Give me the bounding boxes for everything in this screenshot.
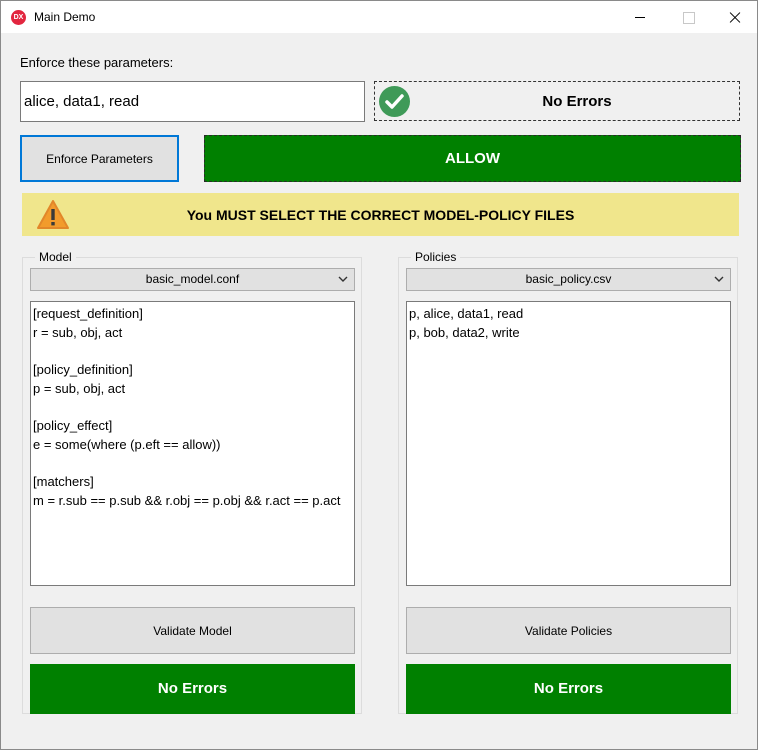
minimize-button[interactable] bbox=[617, 1, 663, 33]
policies-editor[interactable]: p, alice, data1, read p, bob, data2, wri… bbox=[406, 301, 731, 586]
params-status-box: No Errors bbox=[374, 81, 740, 121]
params-status-text: No Errors bbox=[542, 93, 612, 110]
validate-model-button[interactable]: Validate Model bbox=[30, 607, 355, 654]
check-circle-icon bbox=[379, 86, 410, 117]
policies-group-label: Policies bbox=[411, 250, 461, 264]
chevron-down-icon bbox=[338, 276, 348, 282]
model-group-label: Model bbox=[35, 250, 76, 264]
window-title: Main Demo bbox=[34, 10, 96, 24]
enforce-params-label: Enforce these parameters: bbox=[20, 55, 174, 70]
policies-file-select[interactable]: basic_policy.csv bbox=[406, 268, 731, 291]
chevron-down-icon bbox=[714, 276, 724, 282]
warning-text: You MUST SELECT THE CORRECT MODEL-POLICY… bbox=[186, 207, 575, 223]
main-window: DX Main Demo Enforce these parameters: N… bbox=[0, 0, 758, 750]
title-bar[interactable]: DX Main Demo bbox=[1, 1, 757, 33]
app-logo-icon: DX bbox=[11, 10, 26, 25]
warning-bar: You MUST SELECT THE CORRECT MODEL-POLICY… bbox=[22, 193, 739, 236]
model-validation-result: No Errors bbox=[30, 664, 355, 714]
enforce-result-box: ALLOW bbox=[204, 135, 741, 182]
validate-policies-button[interactable]: Validate Policies bbox=[406, 607, 731, 654]
enforce-parameters-button[interactable]: Enforce Parameters bbox=[20, 135, 179, 182]
model-file-select[interactable]: basic_model.conf bbox=[30, 268, 355, 291]
policies-file-select-value: basic_policy.csv bbox=[525, 272, 612, 286]
maximize-button[interactable] bbox=[665, 1, 711, 33]
close-button[interactable] bbox=[711, 1, 757, 33]
model-file-select-value: basic_model.conf bbox=[145, 272, 240, 286]
params-input[interactable] bbox=[20, 81, 365, 122]
policies-validation-result: No Errors bbox=[406, 664, 731, 714]
model-editor[interactable]: [request_definition] r = sub, obj, act [… bbox=[30, 301, 355, 586]
